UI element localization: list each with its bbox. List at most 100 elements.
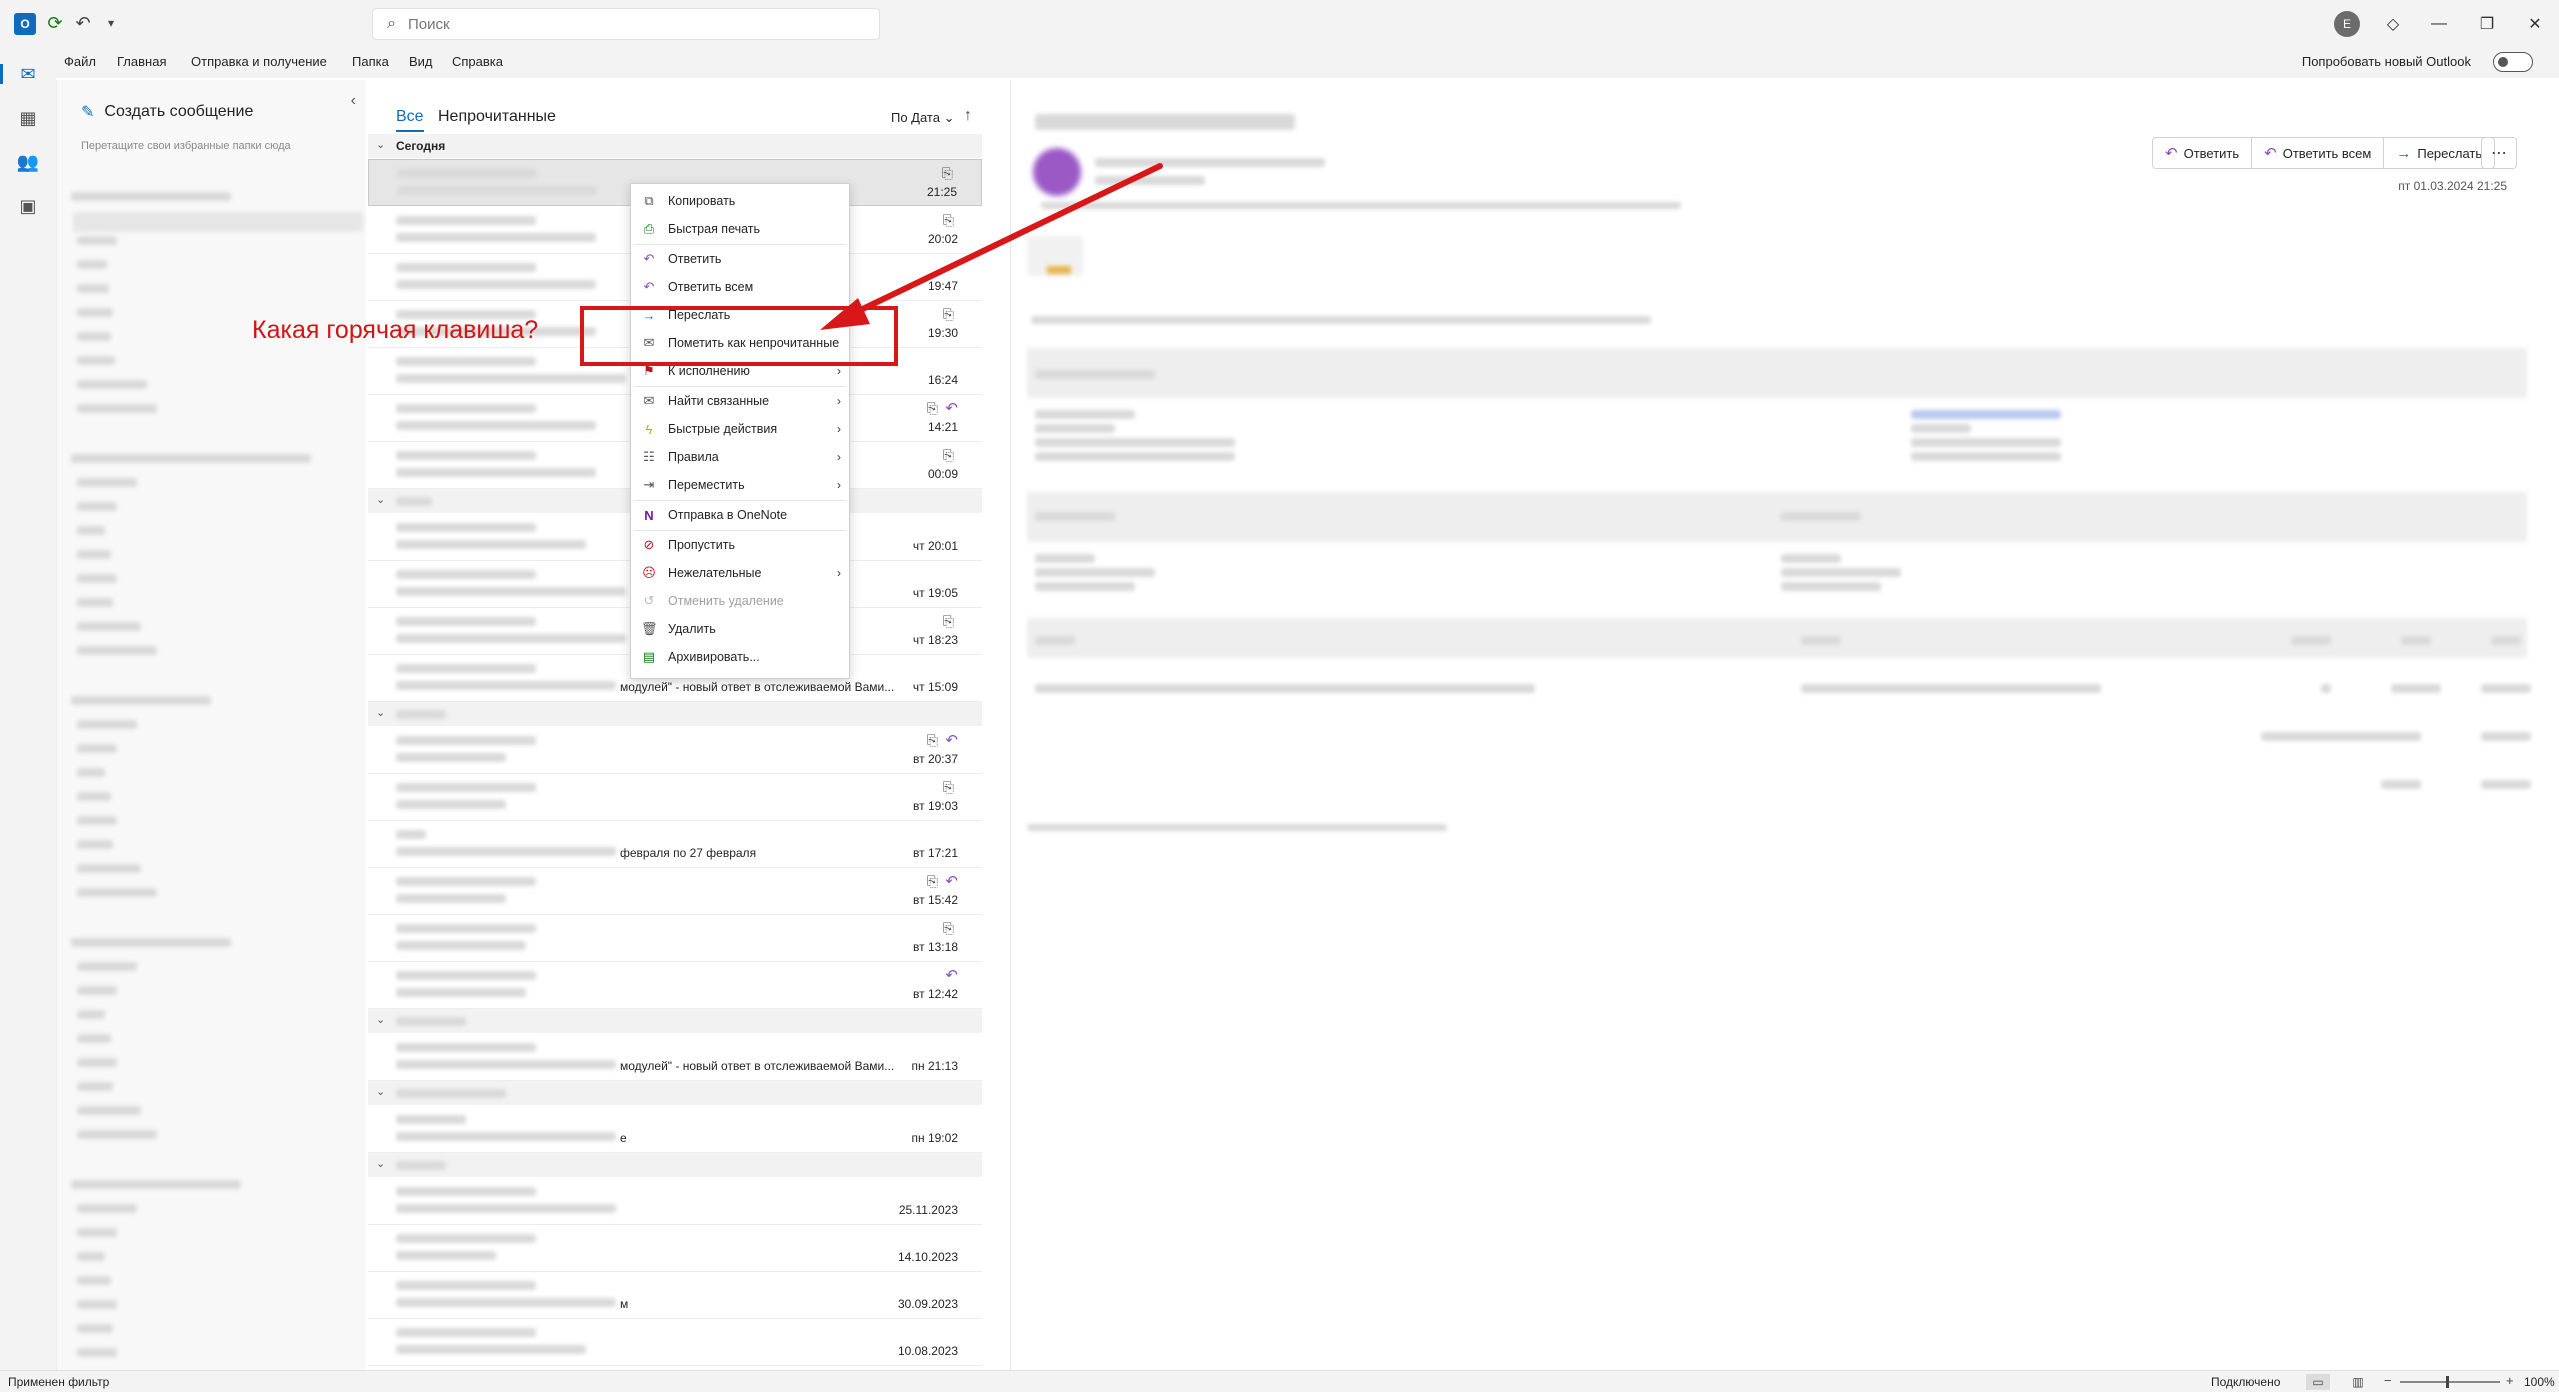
message-row[interactable]: е пн 19:02 bbox=[368, 1106, 982, 1153]
message-row[interactable]: 10.08.2023 bbox=[368, 1319, 982, 1366]
reading-view-icon[interactable]: ▥ bbox=[2346, 1374, 2370, 1390]
message-row[interactable]: февраля по 27 февраля вт 17:21 bbox=[368, 821, 982, 868]
tab-unread[interactable]: Непрочитанные bbox=[438, 108, 556, 126]
ctx-archive[interactable]: ▤ Архивировать... bbox=[631, 644, 849, 670]
account-header[interactable] bbox=[71, 454, 311, 463]
ctx-copy[interactable]: ⧉ Копировать bbox=[631, 188, 849, 214]
ctx-quick-steps[interactable]: ϟ Быстрые действия › bbox=[631, 416, 849, 442]
more-actions-button[interactable]: ⋯ bbox=[2481, 137, 2517, 169]
folder-item[interactable] bbox=[77, 526, 105, 535]
apps-icon[interactable]: ▣ bbox=[14, 192, 42, 220]
folder-item[interactable] bbox=[77, 622, 141, 631]
folder-item[interactable] bbox=[77, 356, 115, 365]
menu-help[interactable]: Справка bbox=[452, 54, 503, 69]
message-row[interactable]: ⎘ ↶ вт 20:37 bbox=[368, 727, 982, 774]
folder-item[interactable] bbox=[77, 574, 117, 583]
try-new-outlook-toggle[interactable] bbox=[2493, 52, 2533, 72]
ctx-reply[interactable]: ↶ Ответить bbox=[631, 246, 849, 272]
message-row[interactable]: 14.10.2023 bbox=[368, 1225, 982, 1272]
menu-send-receive[interactable]: Отправка и получение bbox=[191, 54, 327, 69]
message-row[interactable]: ⎘ вт 13:18 bbox=[368, 915, 982, 962]
message-row[interactable]: ⎘ вт 19:03 bbox=[368, 774, 982, 821]
close-button[interactable]: ✕ bbox=[2520, 10, 2550, 38]
forward-button[interactable]: → Переслать bbox=[2384, 138, 2494, 168]
tab-all[interactable]: Все bbox=[396, 108, 424, 132]
zoom-in-icon[interactable]: + bbox=[2506, 1373, 2514, 1388]
account-header[interactable] bbox=[71, 938, 231, 947]
ctx-junk[interactable]: ☹ Нежелательные › bbox=[631, 560, 849, 586]
reply-button[interactable]: ↶ Ответить bbox=[2153, 138, 2253, 168]
folder-item[interactable] bbox=[77, 1252, 105, 1261]
search-input[interactable] bbox=[407, 15, 828, 33]
menu-folder[interactable]: Папка bbox=[352, 54, 389, 69]
account-header[interactable] bbox=[71, 1180, 241, 1189]
message-row[interactable]: 25.11.2023 bbox=[368, 1178, 982, 1225]
folder-item-selected[interactable] bbox=[73, 212, 363, 232]
new-message-button[interactable]: ✎ Создать сообщение bbox=[81, 102, 253, 122]
restore-button[interactable]: ❐ bbox=[2472, 10, 2502, 38]
folder-item[interactable] bbox=[77, 1204, 137, 1213]
folder-item[interactable] bbox=[77, 332, 111, 341]
ctx-reply-all[interactable]: ↶ Ответить всем bbox=[631, 274, 849, 300]
folder-item[interactable] bbox=[77, 1034, 111, 1043]
sort-direction-icon[interactable]: ↑ bbox=[964, 107, 972, 125]
group-header[interactable]: ⌄ bbox=[368, 1009, 982, 1033]
message-row[interactable]: модулей" - новый ответ в отслеживаемой В… bbox=[368, 1034, 982, 1081]
folder-item[interactable] bbox=[77, 646, 157, 655]
zoom-out-icon[interactable]: − bbox=[2384, 1373, 2392, 1388]
folder-item[interactable] bbox=[77, 864, 141, 873]
folder-item[interactable] bbox=[77, 1348, 117, 1357]
folder-item[interactable] bbox=[77, 478, 137, 487]
folder-item[interactable] bbox=[77, 1010, 105, 1019]
folder-item[interactable] bbox=[77, 236, 117, 245]
folder-item[interactable] bbox=[77, 1324, 113, 1333]
folder-item[interactable] bbox=[77, 284, 109, 293]
calendar-icon[interactable]: ▦ bbox=[14, 104, 42, 132]
ctx-rules[interactable]: ☷ Правила › bbox=[631, 444, 849, 470]
normal-view-icon[interactable]: ▭ bbox=[2306, 1374, 2330, 1390]
folder-item[interactable] bbox=[77, 792, 111, 801]
zoom-level[interactable]: 100% bbox=[2524, 1375, 2555, 1389]
reply-all-button[interactable]: ↶ Ответить всем bbox=[2252, 138, 2385, 168]
ctx-onenote[interactable]: N Отправка в OneNote bbox=[631, 502, 849, 528]
folder-item[interactable] bbox=[77, 598, 113, 607]
folder-item[interactable] bbox=[77, 308, 113, 317]
folder-item[interactable] bbox=[77, 260, 107, 269]
send-receive-icon[interactable]: ⟳ bbox=[44, 12, 66, 34]
menu-file[interactable]: Файл bbox=[64, 54, 96, 69]
group-header[interactable]: ⌄ bbox=[368, 1153, 982, 1177]
folder-item[interactable] bbox=[71, 192, 231, 201]
message-row[interactable]: ↶ вт 12:42 bbox=[368, 962, 982, 1009]
folder-item[interactable] bbox=[77, 986, 117, 995]
folder-item[interactable] bbox=[77, 840, 113, 849]
folder-item[interactable] bbox=[77, 502, 117, 511]
folder-item[interactable] bbox=[77, 550, 111, 559]
folder-item[interactable] bbox=[77, 744, 117, 753]
ctx-quick-print[interactable]: ⎙ Быстрая печать bbox=[631, 216, 849, 242]
message-row[interactable]: ⎘ ↶ вт 15:42 bbox=[368, 868, 982, 915]
group-header[interactable]: ⌄ bbox=[368, 702, 982, 726]
premium-diamond-icon[interactable]: ◇ bbox=[2378, 10, 2408, 38]
minimize-button[interactable]: — bbox=[2424, 10, 2454, 38]
message-row[interactable]: м 30.09.2023 bbox=[368, 1272, 982, 1319]
folder-item[interactable] bbox=[77, 1082, 113, 1091]
search-input-container[interactable]: ⌕ bbox=[372, 8, 880, 40]
menu-view[interactable]: Вид bbox=[409, 54, 433, 69]
folder-item[interactable] bbox=[77, 1276, 111, 1285]
folder-item[interactable] bbox=[77, 720, 137, 729]
user-avatar[interactable]: E bbox=[2334, 11, 2360, 37]
folder-item[interactable] bbox=[77, 1130, 157, 1139]
ctx-move[interactable]: ⇥ Переместить › bbox=[631, 472, 849, 498]
ctx-find-related[interactable]: ✉ Найти связанные › bbox=[631, 388, 849, 414]
folder-item[interactable] bbox=[77, 380, 147, 389]
zoom-slider[interactable] bbox=[2400, 1376, 2500, 1388]
collapse-pane-icon[interactable]: ‹ bbox=[351, 92, 356, 110]
folder-item[interactable] bbox=[77, 1228, 117, 1237]
ctx-ignore[interactable]: ⊘ Пропустить bbox=[631, 532, 849, 558]
ctx-delete[interactable]: 🗑 Удалить bbox=[631, 616, 849, 642]
folder-item[interactable] bbox=[77, 768, 105, 777]
folder-item[interactable] bbox=[77, 1058, 117, 1067]
folder-item[interactable] bbox=[77, 816, 117, 825]
sort-dropdown[interactable]: По Дата ⌄ bbox=[891, 110, 955, 126]
group-header[interactable]: ⌄ bbox=[368, 1081, 982, 1105]
